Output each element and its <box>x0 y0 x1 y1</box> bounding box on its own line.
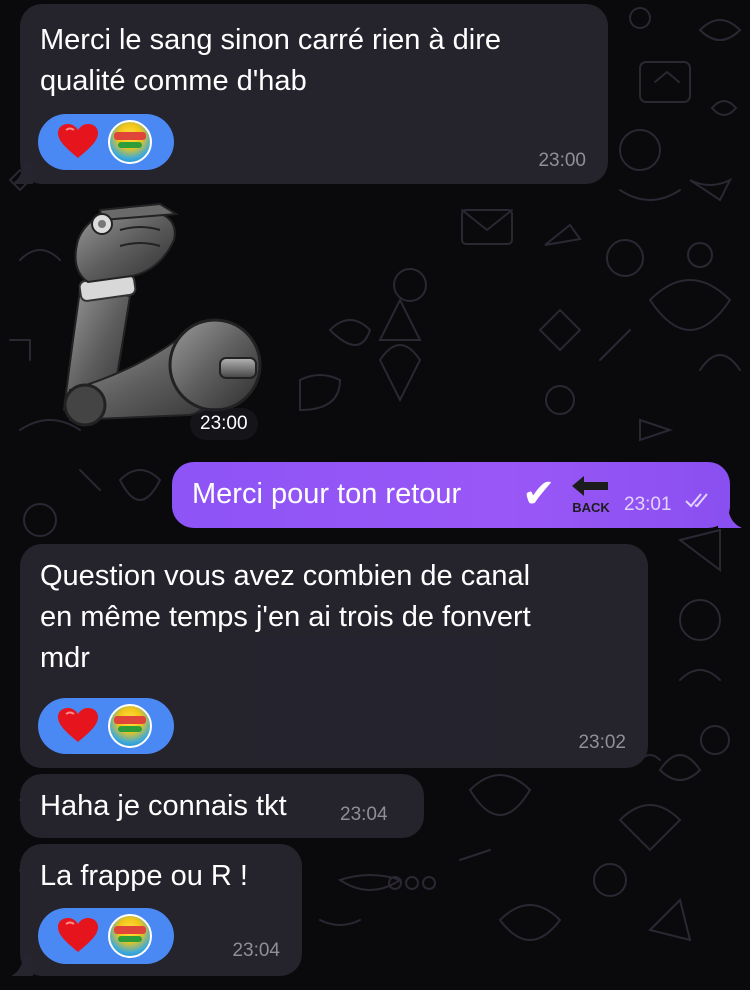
sticker-time: 23:00 <box>190 408 258 440</box>
bubble-tail <box>718 504 742 528</box>
reaction-pill[interactable] <box>38 698 174 754</box>
bubble-tail <box>11 954 33 976</box>
heart-icon <box>58 124 98 158</box>
message-time: 23:04 <box>232 940 280 961</box>
message-text: Merci le sang sinon carré rien à dire qu… <box>40 24 501 97</box>
message-time: 23:02 <box>578 732 626 753</box>
read-receipt-icon <box>685 493 708 508</box>
outgoing-message-bubble[interactable]: Merci pour ton retour ✔ BACK 23:01 <box>172 462 742 528</box>
message-bubble[interactable]: Merci le sang sinon carré rien à dire qu… <box>11 4 608 184</box>
check-mark-emoji: ✔ <box>522 471 556 517</box>
reactor-avatar <box>108 120 152 164</box>
message-text: Haha je connais tkt <box>40 790 287 822</box>
bubble-tail <box>11 162 33 184</box>
reaction-pill[interactable] <box>38 114 174 170</box>
heart-icon <box>58 708 98 742</box>
message-text: Merci pour ton retour <box>192 478 462 510</box>
message-time: 23:04 <box>340 804 388 825</box>
message-bubble[interactable]: Haha je connais tkt 23:04 <box>20 774 424 838</box>
message-text: La frappe ou R ! <box>40 860 248 892</box>
message-bubble[interactable]: La frappe ou R ! 23:04 <box>11 844 302 976</box>
back-arrow-emoji: BACK <box>572 476 610 514</box>
message-time: 23:01 <box>624 494 672 515</box>
reactor-avatar <box>108 704 152 748</box>
message-bubble[interactable]: Question vous avez combien de canal en m… <box>20 544 648 768</box>
heart-icon <box>58 918 98 952</box>
reaction-pill[interactable] <box>38 908 174 964</box>
message-time: 23:00 <box>538 150 586 171</box>
reactor-avatar <box>108 914 152 958</box>
message-text: Question vous avez combien de canal en m… <box>40 560 531 674</box>
mechanical-arm-emoji[interactable] <box>40 200 270 435</box>
back-emoji-label: BACK <box>572 500 610 514</box>
